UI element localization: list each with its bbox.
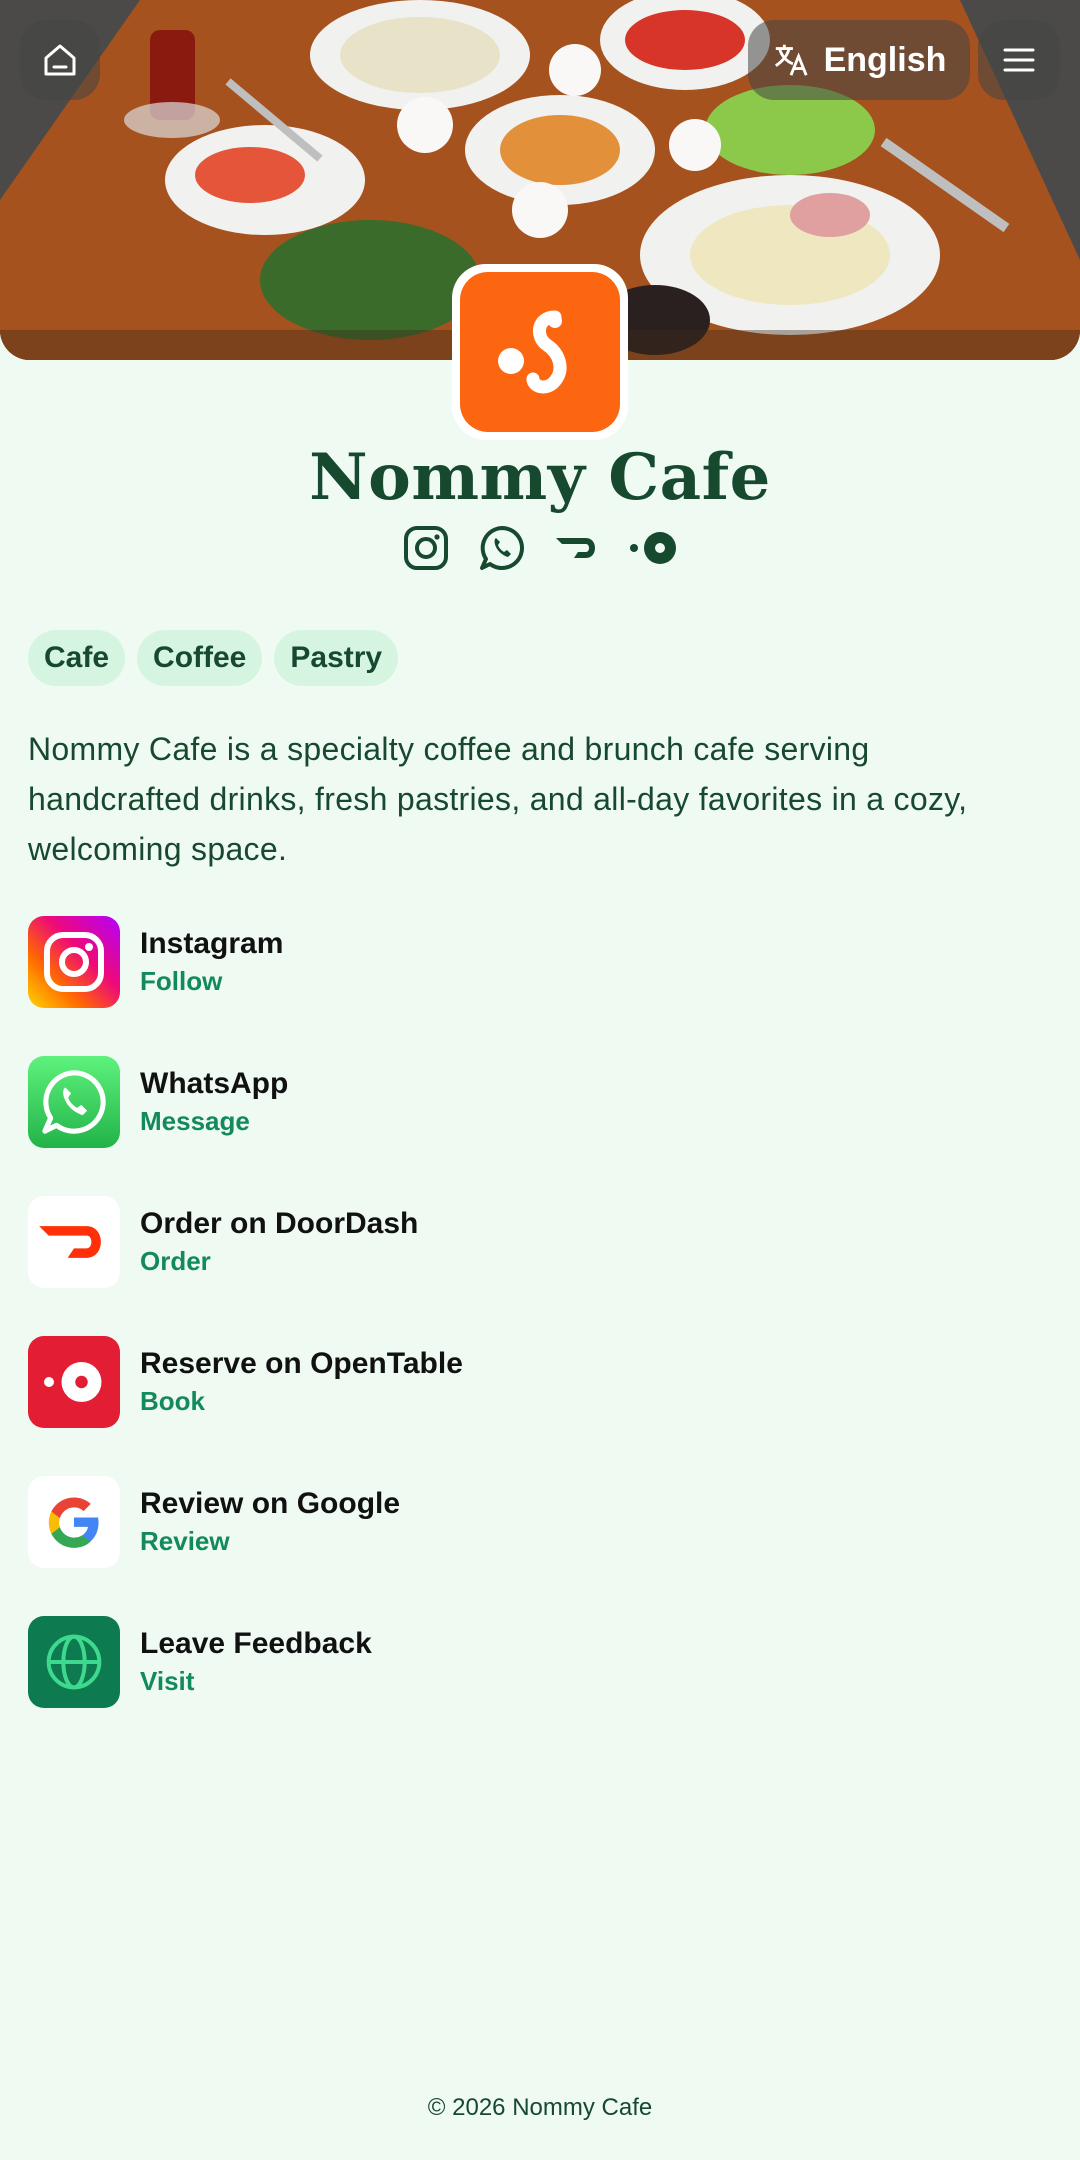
link-doordash[interactable]: Order on DoorDash Order xyxy=(28,1196,1052,1288)
link-action: Visit xyxy=(140,1666,195,1696)
social-icons-row xyxy=(0,520,1080,576)
link-action: Follow xyxy=(140,966,223,996)
language-selector[interactable]: English xyxy=(748,20,970,100)
tag: Cafe xyxy=(28,630,126,686)
link-action: Book xyxy=(140,1386,205,1416)
link-action: Message xyxy=(140,1106,250,1136)
tag-list: Cafe Coffee Pastry xyxy=(28,630,399,686)
globe-icon xyxy=(28,1616,120,1708)
link-google[interactable]: Review on Google Review xyxy=(28,1476,1052,1568)
link-action: Order xyxy=(140,1246,211,1276)
link-list: Instagram Follow WhatsApp Message Order … xyxy=(28,916,1052,1756)
cafe-logo xyxy=(452,264,628,440)
menu-button[interactable] xyxy=(978,20,1060,100)
menu-icon xyxy=(1001,42,1037,78)
link-instagram[interactable]: Instagram Follow xyxy=(28,916,1052,1008)
link-opentable[interactable]: Reserve on OpenTable Book xyxy=(28,1336,1052,1428)
whatsapp-icon xyxy=(28,1056,120,1148)
link-whatsapp[interactable]: WhatsApp Message xyxy=(28,1056,1052,1148)
link-feedback[interactable]: Leave Feedback Visit xyxy=(28,1616,1052,1708)
cafe-description: Nommy Cafe is a specialty coffee and bru… xyxy=(28,731,968,867)
tag: Coffee xyxy=(137,630,263,686)
language-label: English xyxy=(823,40,947,79)
home-button[interactable] xyxy=(20,20,100,100)
whatsapp-icon[interactable] xyxy=(474,520,530,576)
link-title: WhatsApp xyxy=(140,1067,289,1100)
translate-icon xyxy=(772,41,810,79)
instagram-icon[interactable] xyxy=(398,520,454,576)
doordash-icon[interactable] xyxy=(550,520,606,576)
cafe-name: Nommy Cafe xyxy=(309,440,771,515)
footer-copyright: © 2026 Nommy Cafe xyxy=(427,2094,653,2121)
home-icon xyxy=(40,40,80,80)
link-title: Review on Google xyxy=(140,1487,401,1520)
opentable-icon xyxy=(28,1336,120,1428)
google-icon xyxy=(28,1476,120,1568)
link-title: Leave Feedback xyxy=(140,1627,372,1660)
link-title: Order on DoorDash xyxy=(140,1207,419,1240)
opentable-icon[interactable] xyxy=(626,520,682,576)
link-action: Review xyxy=(140,1526,230,1556)
instagram-icon xyxy=(28,916,120,1008)
link-title: Reserve on OpenTable xyxy=(140,1347,463,1380)
tag: Pastry xyxy=(274,630,399,686)
link-title: Instagram xyxy=(140,927,284,960)
doordash-icon xyxy=(28,1196,120,1288)
